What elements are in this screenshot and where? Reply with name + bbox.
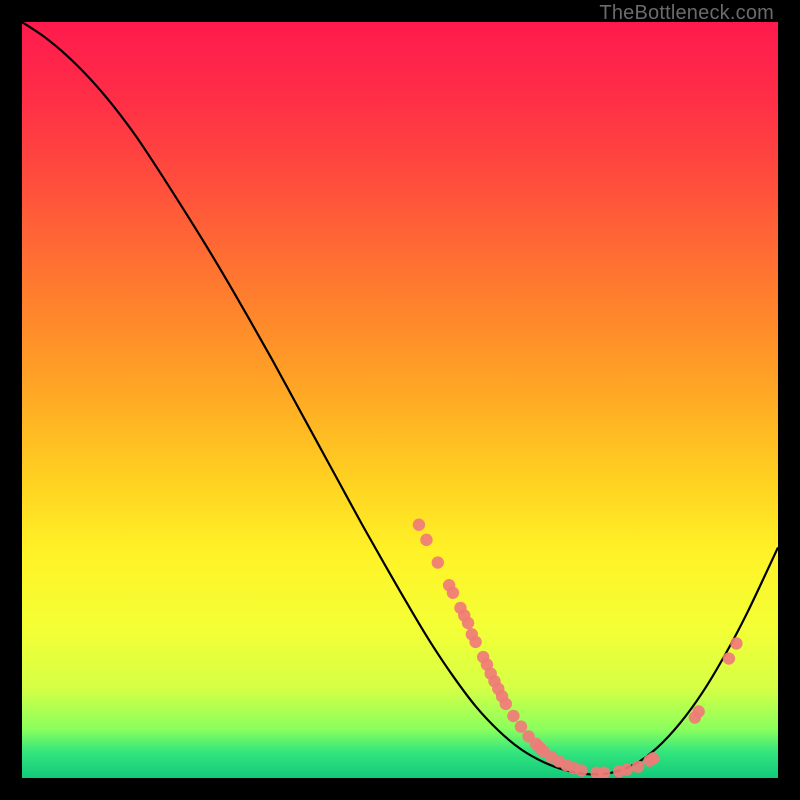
scatter-point — [413, 519, 425, 531]
scatter-point — [730, 637, 742, 649]
chart-stage: TheBottleneck.com — [0, 0, 800, 800]
scatter-point — [447, 587, 459, 599]
scatter-point — [462, 617, 474, 629]
scatter-point — [432, 556, 444, 568]
scatter-point — [632, 760, 644, 772]
scatter-point — [647, 752, 659, 764]
scatter-point — [420, 534, 432, 546]
scatter-point — [621, 763, 633, 775]
scatter-point — [575, 764, 587, 776]
scatter-point — [507, 710, 519, 722]
scatter-point — [723, 652, 735, 664]
scatter-point — [515, 720, 527, 732]
chart-svg — [22, 22, 778, 778]
scatter-point — [500, 698, 512, 710]
scatter-point — [692, 705, 704, 717]
plot-area — [22, 22, 778, 778]
scatter-point — [469, 636, 481, 648]
